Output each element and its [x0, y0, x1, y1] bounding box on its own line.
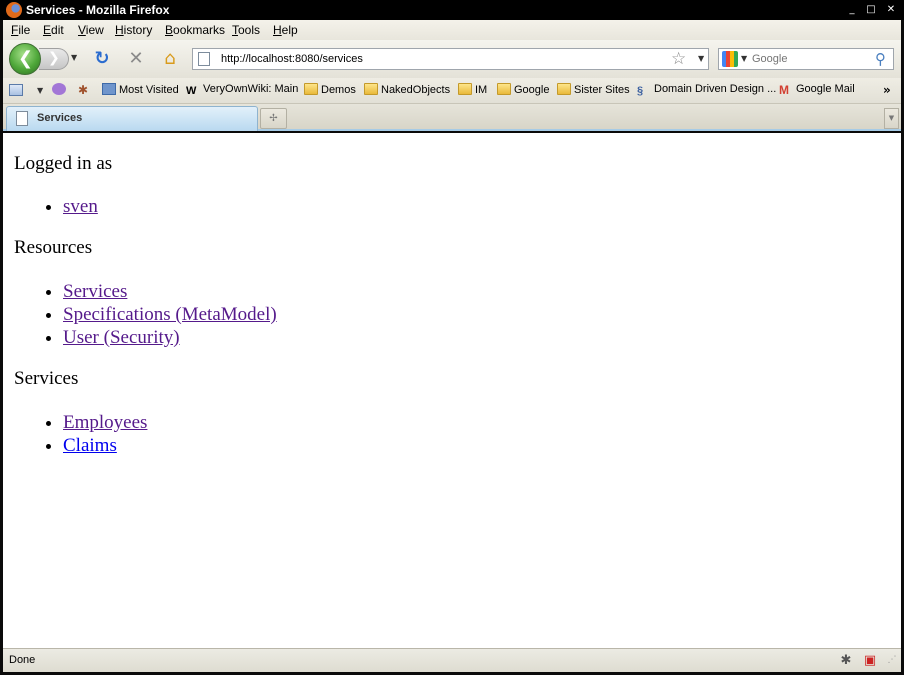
- list-item: Services: [63, 280, 277, 303]
- tab-services[interactable]: Services: [6, 106, 258, 131]
- resource-link-user[interactable]: User (Security): [63, 327, 180, 348]
- resource-link-services[interactable]: Services: [63, 281, 127, 302]
- menu-file[interactable]: File: [11, 23, 30, 37]
- service-link-claims[interactable]: Claims: [63, 435, 117, 456]
- page-content: Logged in as sven Resources Services Spe…: [3, 133, 901, 648]
- forward-button[interactable]: ❯: [39, 48, 69, 70]
- bookmark-label: Domain Driven Design ...: [654, 83, 777, 95]
- chevron-down-icon: ▼: [888, 114, 895, 122]
- bookmark-star-icon[interactable]: ☆: [671, 49, 686, 69]
- menu-bar: File Edit View History Bookmarks Tools H…: [3, 20, 901, 40]
- logged-in-heading: Logged in as: [14, 153, 113, 174]
- user-link[interactable]: sven: [63, 196, 98, 217]
- maximize-button[interactable]: □: [864, 3, 878, 16]
- bookmark-most-visited[interactable]: Most Visited: [102, 83, 179, 99]
- bookmark-purple-icon[interactable]: [52, 83, 69, 99]
- search-icon[interactable]: ⚲: [875, 50, 886, 68]
- bookmark-folder-google[interactable]: Google: [497, 83, 549, 99]
- url-text[interactable]: http://localhost:8080/services: [221, 53, 363, 65]
- resources-heading: Resources: [14, 237, 93, 258]
- firefox-icon: [6, 2, 22, 18]
- menu-view[interactable]: View: [78, 23, 104, 37]
- navigation-toolbar: ❯ ❮ ▼ ↻ ✕ ⌂ http://localhost:8080/servic…: [3, 40, 901, 78]
- bookmark-google-mail[interactable]: M Google Mail: [779, 83, 855, 99]
- bookmark-folder-sister-sites[interactable]: Sister Sites: [557, 83, 630, 99]
- user-list: sven: [63, 195, 98, 218]
- folder-icon: [364, 83, 378, 95]
- bookmarks-sidebar-icon[interactable]: [9, 84, 23, 96]
- status-text: Done: [9, 654, 36, 666]
- tab-list-button[interactable]: ▼: [884, 108, 899, 129]
- service-link-employees[interactable]: Employees: [63, 412, 147, 433]
- gmail-icon: M: [779, 83, 789, 97]
- bookmarks-toolbar: ▼ ✱ Most Visited W VeryOwnWiki: Main Demo…: [3, 78, 901, 104]
- stop-icon[interactable]: ✕: [126, 49, 146, 69]
- list-item: Specifications (MetaModel): [63, 303, 277, 326]
- menu-bookmarks[interactable]: Bookmarks: [165, 23, 225, 37]
- status-bar: Done ✱ ▣ ⋰: [3, 648, 901, 672]
- bookmark-label: VeryOwnWiki: Main: [203, 83, 299, 95]
- services-heading: Services: [14, 368, 79, 389]
- bookmark-veryownwiki[interactable]: W VeryOwnWiki: Main: [186, 83, 298, 99]
- new-tab-button[interactable]: ✢: [260, 108, 287, 129]
- menu-history[interactable]: History: [115, 23, 152, 37]
- addon-status-icon[interactable]: ▣: [861, 652, 879, 669]
- bookmark-bug-icon[interactable]: ✱: [78, 83, 95, 99]
- menu-tools[interactable]: Tools: [232, 23, 260, 37]
- bookmark-folder-demos[interactable]: Demos: [304, 83, 356, 99]
- bookmark-label: Google Mail: [796, 83, 855, 95]
- most-visited-icon: [102, 83, 116, 95]
- title-bar: Services - Mozilla Firefox _ □ ✕: [0, 0, 904, 20]
- resize-grip-icon[interactable]: ⋰: [883, 652, 901, 669]
- url-dropdown-icon[interactable]: ▼: [698, 54, 704, 63]
- folder-icon: [458, 83, 472, 95]
- ddd-icon: §: [637, 85, 644, 97]
- list-item: Employees: [63, 411, 147, 434]
- bookmark-domain-driven-design[interactable]: § Domain Driven Design ...: [637, 83, 776, 99]
- list-item: sven: [63, 195, 98, 218]
- browser-window: Services - Mozilla Firefox _ □ ✕ File Ed…: [0, 0, 904, 675]
- bookmark-label: Demos: [321, 84, 356, 96]
- minimize-button[interactable]: _: [845, 3, 859, 16]
- list-item: Claims: [63, 434, 147, 457]
- list-item: User (Security): [63, 326, 277, 349]
- folder-icon: [497, 83, 511, 95]
- home-icon[interactable]: ⌂: [160, 49, 180, 69]
- search-input[interactable]: [752, 52, 872, 66]
- window-title: Services - Mozilla Firefox: [26, 3, 170, 17]
- forward-arrow-icon: ❯: [48, 50, 60, 66]
- search-bar: ▼ ⚲: [718, 48, 894, 70]
- more-bookmarks-chevron-icon[interactable]: »: [883, 83, 891, 97]
- tab-strip: Services ✢ ▼: [3, 104, 901, 131]
- bookmark-label: NakedObjects: [381, 84, 451, 96]
- bookmark-label: Google: [514, 84, 550, 96]
- tab-label: Services: [37, 112, 83, 124]
- firebug-icon[interactable]: ✱: [837, 652, 855, 669]
- resource-link-specifications[interactable]: Specifications (MetaModel): [63, 304, 277, 325]
- page-icon: [16, 111, 28, 126]
- folder-icon: [557, 83, 571, 95]
- bookmark-folder-nakedobjects[interactable]: NakedObjects: [364, 83, 450, 99]
- plus-icon: ✢: [269, 113, 278, 124]
- folder-icon: [304, 83, 318, 95]
- search-engine-dropdown-icon[interactable]: ▼: [741, 54, 747, 63]
- reload-icon[interactable]: ↻: [92, 49, 112, 69]
- services-list: Employees Claims: [63, 411, 147, 457]
- google-engine-icon[interactable]: [722, 51, 738, 67]
- menu-help[interactable]: Help: [273, 23, 298, 37]
- back-arrow-icon: ❮: [18, 48, 34, 69]
- bookmark-folder-im[interactable]: IM: [458, 83, 487, 99]
- bookmark-label: Sister Sites: [574, 84, 630, 96]
- close-button[interactable]: ✕: [884, 3, 898, 16]
- resources-list: Services Specifications (MetaModel) User…: [63, 280, 277, 349]
- page-icon: [198, 52, 210, 66]
- wiki-icon: W: [186, 85, 197, 97]
- menu-edit[interactable]: Edit: [43, 23, 64, 37]
- url-bar[interactable]: http://localhost:8080/services ☆ ▼: [192, 48, 709, 70]
- bookmark-label: Most Visited: [119, 84, 179, 96]
- back-button[interactable]: ❮: [9, 43, 41, 75]
- bookmarks-menu-dropdown-icon[interactable]: ▼: [37, 86, 43, 95]
- bookmark-label: IM: [475, 84, 488, 96]
- history-dropdown-icon[interactable]: ▼: [71, 53, 77, 62]
